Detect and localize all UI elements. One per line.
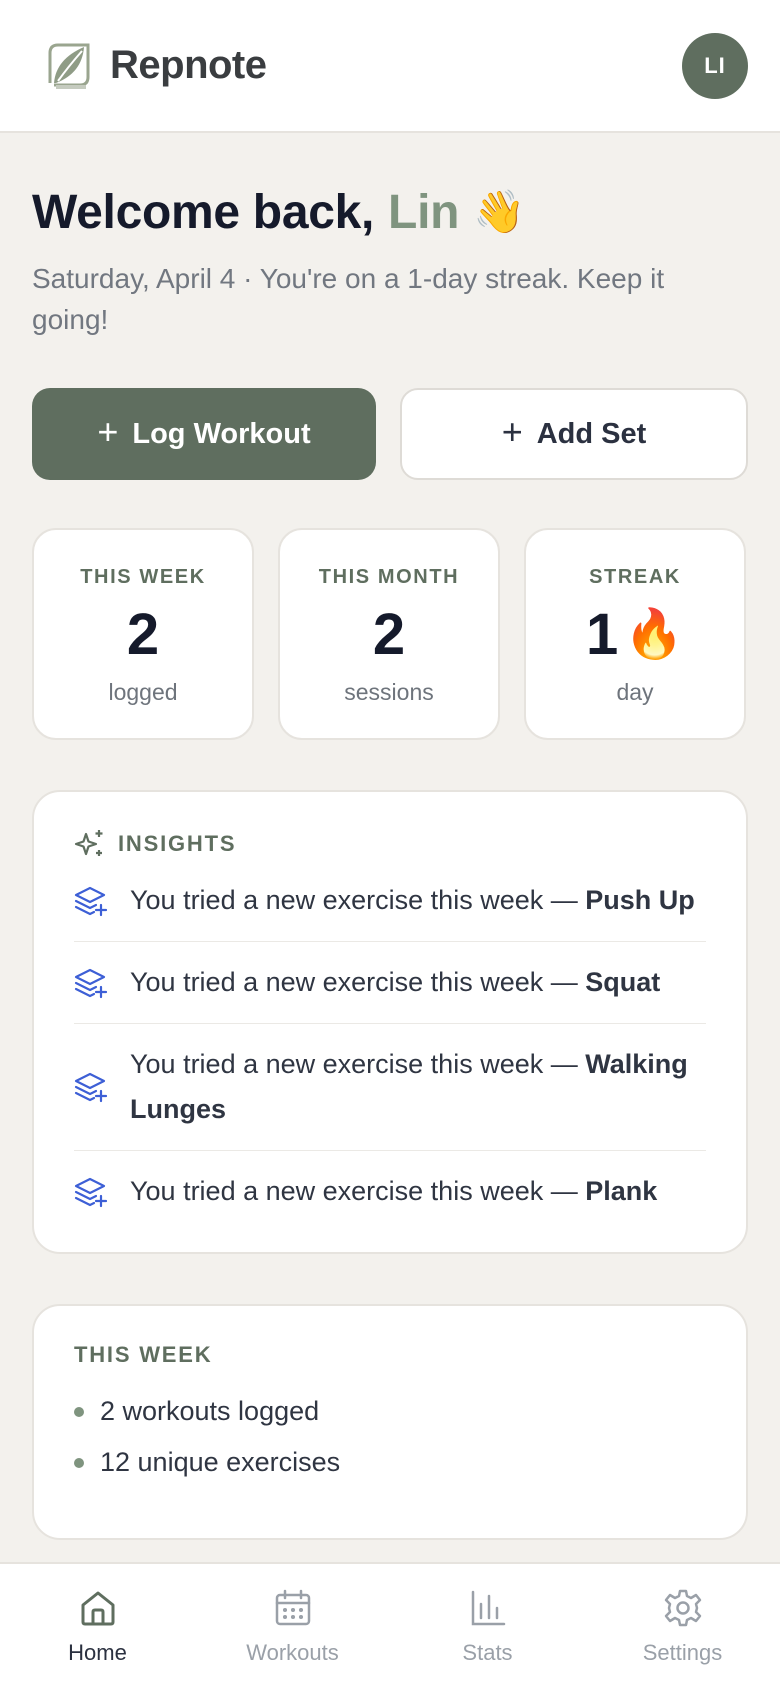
this-week-title: THIS WEEK [74,1342,213,1367]
insight-message: You tried a new exercise this week — [130,967,578,997]
add-set-label: Add Set [536,417,647,450]
insight-item: You tried a new exercise this week — Squ… [74,942,706,1024]
stat-label: THIS MONTH [318,566,460,588]
stats-row: THIS WEEK 2 logged THIS MONTH 2 sessions… [32,528,748,740]
layers-plus-icon [74,886,108,916]
insights-header: INSIGHTS [74,828,706,860]
layers-plus-icon [74,968,108,998]
fire-emoji-icon: 🔥 [624,608,685,661]
insight-message: You tried a new exercise this week — [130,885,578,915]
quick-actions: + Log Workout + Add Set [32,388,748,480]
insight-message: You tried a new exercise this week — [130,1176,578,1206]
nav-label: Stats [462,1640,513,1665]
stat-sub: logged [108,679,178,705]
user-avatar[interactable]: LI [682,32,748,99]
list-item: 2 workouts logged [74,1396,706,1427]
layers-plus-icon [74,1072,108,1103]
stat-card-this-week: THIS WEEK 2 logged [32,528,254,740]
stat-sub: sessions [344,679,434,705]
app-root: Repnote LI Welcome back, Lin 👋 Saturday,… [0,0,780,1688]
app-header: Repnote LI [0,0,780,133]
log-workout-button[interactable]: + Log Workout [32,388,376,480]
list-item-text: 12 unique exercises [100,1447,341,1477]
insight-text: You tried a new exercise this week — Pus… [130,878,695,923]
nav-item-workouts[interactable]: Workouts [203,1588,383,1666]
list-item-text: 2 workouts logged [100,1396,320,1426]
insight-message: You tried a new exercise this week — [130,1049,578,1079]
main-content: Welcome back, Lin 👋 Saturday, April 4 · … [32,133,748,1540]
welcome-prefix: Welcome back, [32,186,375,239]
insights-title: INSIGHTS [118,831,237,856]
list-item: 12 unique exercises [74,1447,706,1478]
brand[interactable]: Repnote [44,39,267,93]
calendar-icon [275,1589,310,1626]
stat-number: 2 [126,602,160,667]
home-icon [81,1591,114,1626]
insight-exercise: Squat [585,967,661,997]
nav-label: Settings [642,1640,723,1665]
stat-card-streak: STREAK 1 🔥 day [524,528,746,740]
this-week-list: 2 workouts logged 12 unique exercises [74,1396,706,1478]
insight-text: You tried a new exercise this week — Pla… [130,1169,657,1214]
add-set-button[interactable]: + Add Set [400,388,748,480]
nav-label: Workouts [246,1640,339,1665]
stat-value: 2 [127,603,159,667]
welcome-heading: Welcome back, Lin 👋 [32,185,748,240]
stat-label: THIS WEEK [80,566,206,588]
sparkles-icon [74,830,103,856]
bar-chart-icon [471,1590,505,1626]
nav-item-settings[interactable]: Settings [593,1588,773,1666]
stat-label: STREAK [589,566,681,588]
plus-icon: + [501,411,523,452]
this-week-card: THIS WEEK 2 workouts logged 12 unique ex… [32,1304,748,1540]
bullet-dot-icon [74,1406,84,1417]
leaf-book-logo-icon [48,43,90,89]
plus-icon: + [97,411,119,452]
log-workout-label: Log Workout [132,417,311,450]
gear-icon [664,1589,701,1627]
avatar-initials: LI [704,52,726,78]
bottom-nav: Home Workouts Stats Settings [0,1562,780,1688]
insight-item: You tried a new exercise this week — Wal… [74,1024,706,1151]
stat-number: 2 [372,602,406,667]
insight-exercise: Push Up [585,885,695,915]
stat-sub: day [616,679,654,705]
insight-item: You tried a new exercise this week — Pla… [74,1151,706,1232]
insight-exercise: Plank [585,1176,658,1206]
nav-label: Home [68,1640,127,1665]
nav-item-home[interactable]: Home [8,1588,188,1666]
stat-card-this-month: THIS MONTH 2 sessions [278,528,500,740]
brand-name: Repnote [110,43,267,87]
bullet-dot-icon [74,1457,84,1468]
stat-value: 1 🔥 [586,603,684,667]
insight-text: You tried a new exercise this week — Squ… [130,960,660,1005]
insight-text: You tried a new exercise this week — Wal… [130,1042,706,1132]
stat-value: 2 [373,603,405,667]
layers-plus-icon [74,1177,108,1207]
insight-item: You tried a new exercise this week — Pus… [74,860,706,942]
nav-item-stats[interactable]: Stats [398,1588,578,1666]
wave-emoji-icon: 👋 [473,188,526,235]
stat-number: 1 [585,602,619,667]
insights-card: INSIGHTS You tried a new exercise this w… [32,790,748,1254]
user-name: Lin [388,186,460,239]
welcome-subtitle: Saturday, April 4 · You're on a 1-day st… [32,263,665,335]
